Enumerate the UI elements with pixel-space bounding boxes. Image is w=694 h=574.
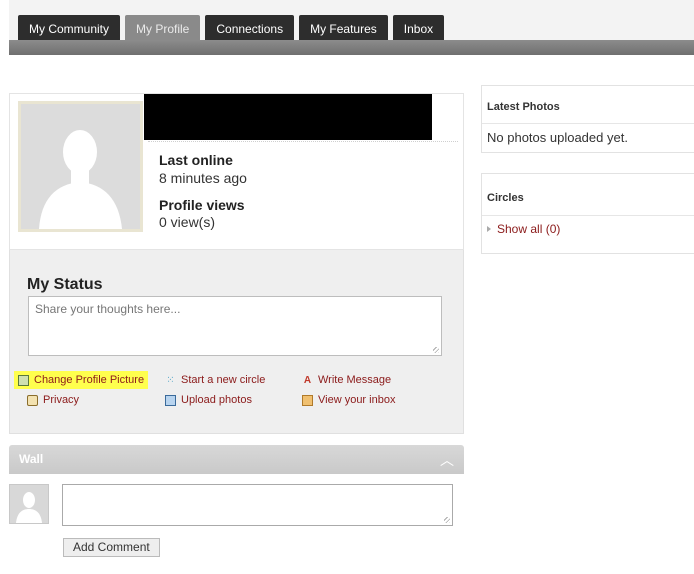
circles-box: Circles Show all (0) <box>481 173 694 254</box>
change-profile-picture-label: Change Profile Picture <box>34 374 145 386</box>
tab-connections[interactable]: Connections <box>205 15 295 43</box>
tab-my-features[interactable]: My Features <box>299 15 388 43</box>
top-navigation: My Community My Profile Connections My F… <box>9 0 694 55</box>
profile-views-label: Profile views <box>159 197 245 213</box>
person-silhouette-icon <box>10 485 48 523</box>
start-new-circle-label: Start a new circle <box>181 374 266 386</box>
status-title: My Status <box>27 276 103 293</box>
write-message-link[interactable]: A Write Message <box>302 374 391 386</box>
wall-header[interactable]: Wall ︿ <box>9 445 464 474</box>
lock-icon <box>27 394 38 406</box>
status-placeholder: Share your thoughts here... <box>35 302 181 316</box>
privacy-label: Privacy <box>43 394 80 406</box>
chevron-up-icon[interactable]: ︿ <box>440 450 454 470</box>
tab-my-community[interactable]: My Community <box>18 15 121 43</box>
status-input[interactable]: Share your thoughts here... <box>28 296 442 356</box>
resize-grip-icon[interactable] <box>444 517 450 523</box>
divider <box>148 141 458 142</box>
latest-photos-box: Latest Photos No photos uploaded yet. <box>481 85 694 153</box>
view-inbox-label: View your inbox <box>318 394 396 406</box>
comment-input[interactable] <box>62 484 453 526</box>
last-online-label: Last online <box>159 152 233 168</box>
image-upload-icon <box>165 394 176 406</box>
resize-grip-icon[interactable] <box>433 347 439 353</box>
letter-a-icon: A <box>303 374 312 386</box>
person-silhouette-icon <box>21 104 140 229</box>
circles-title: Circles <box>482 174 694 216</box>
latest-photos-empty: No photos uploaded yet. <box>487 130 628 145</box>
redacted-name <box>144 94 432 140</box>
wall-title: Wall <box>19 452 44 466</box>
upload-photos-label: Upload photos <box>181 394 252 406</box>
tab-inbox[interactable]: Inbox <box>392 15 445 43</box>
profile-avatar[interactable] <box>18 101 143 232</box>
latest-photos-title: Latest Photos <box>482 86 694 124</box>
nav-tabs: My Community My Profile Connections My F… <box>18 15 445 43</box>
upload-photos-link[interactable]: Upload photos <box>165 394 252 406</box>
profile-card: Last online 8 minutes ago Profile views … <box>9 93 464 250</box>
last-online-value: 8 minutes ago <box>159 170 247 186</box>
circles-show-all-link[interactable]: Show all (0) <box>487 222 689 236</box>
triangle-right-icon <box>487 226 491 232</box>
write-message-label: Write Message <box>318 374 392 386</box>
view-inbox-link[interactable]: View your inbox <box>302 394 395 406</box>
comment-avatar <box>9 484 49 524</box>
status-panel: My Status Share your thoughts here... Ch… <box>9 250 464 434</box>
start-new-circle-link[interactable]: ⁙ Start a new circle <box>165 374 265 386</box>
picture-icon <box>18 374 29 386</box>
inbox-icon <box>302 394 313 406</box>
circles-show-all-label: Show all (0) <box>497 222 561 236</box>
profile-views-value: 0 view(s) <box>159 214 216 230</box>
tab-my-profile[interactable]: My Profile <box>125 15 201 43</box>
add-comment-button[interactable]: Add Comment <box>63 538 160 557</box>
circles-body: Show all (0) <box>482 216 694 243</box>
change-profile-picture-link[interactable]: Change Profile Picture <box>14 371 149 389</box>
nav-strip <box>9 40 694 55</box>
privacy-link[interactable]: Privacy <box>27 394 79 406</box>
circle-dots-icon: ⁙ <box>166 374 175 386</box>
